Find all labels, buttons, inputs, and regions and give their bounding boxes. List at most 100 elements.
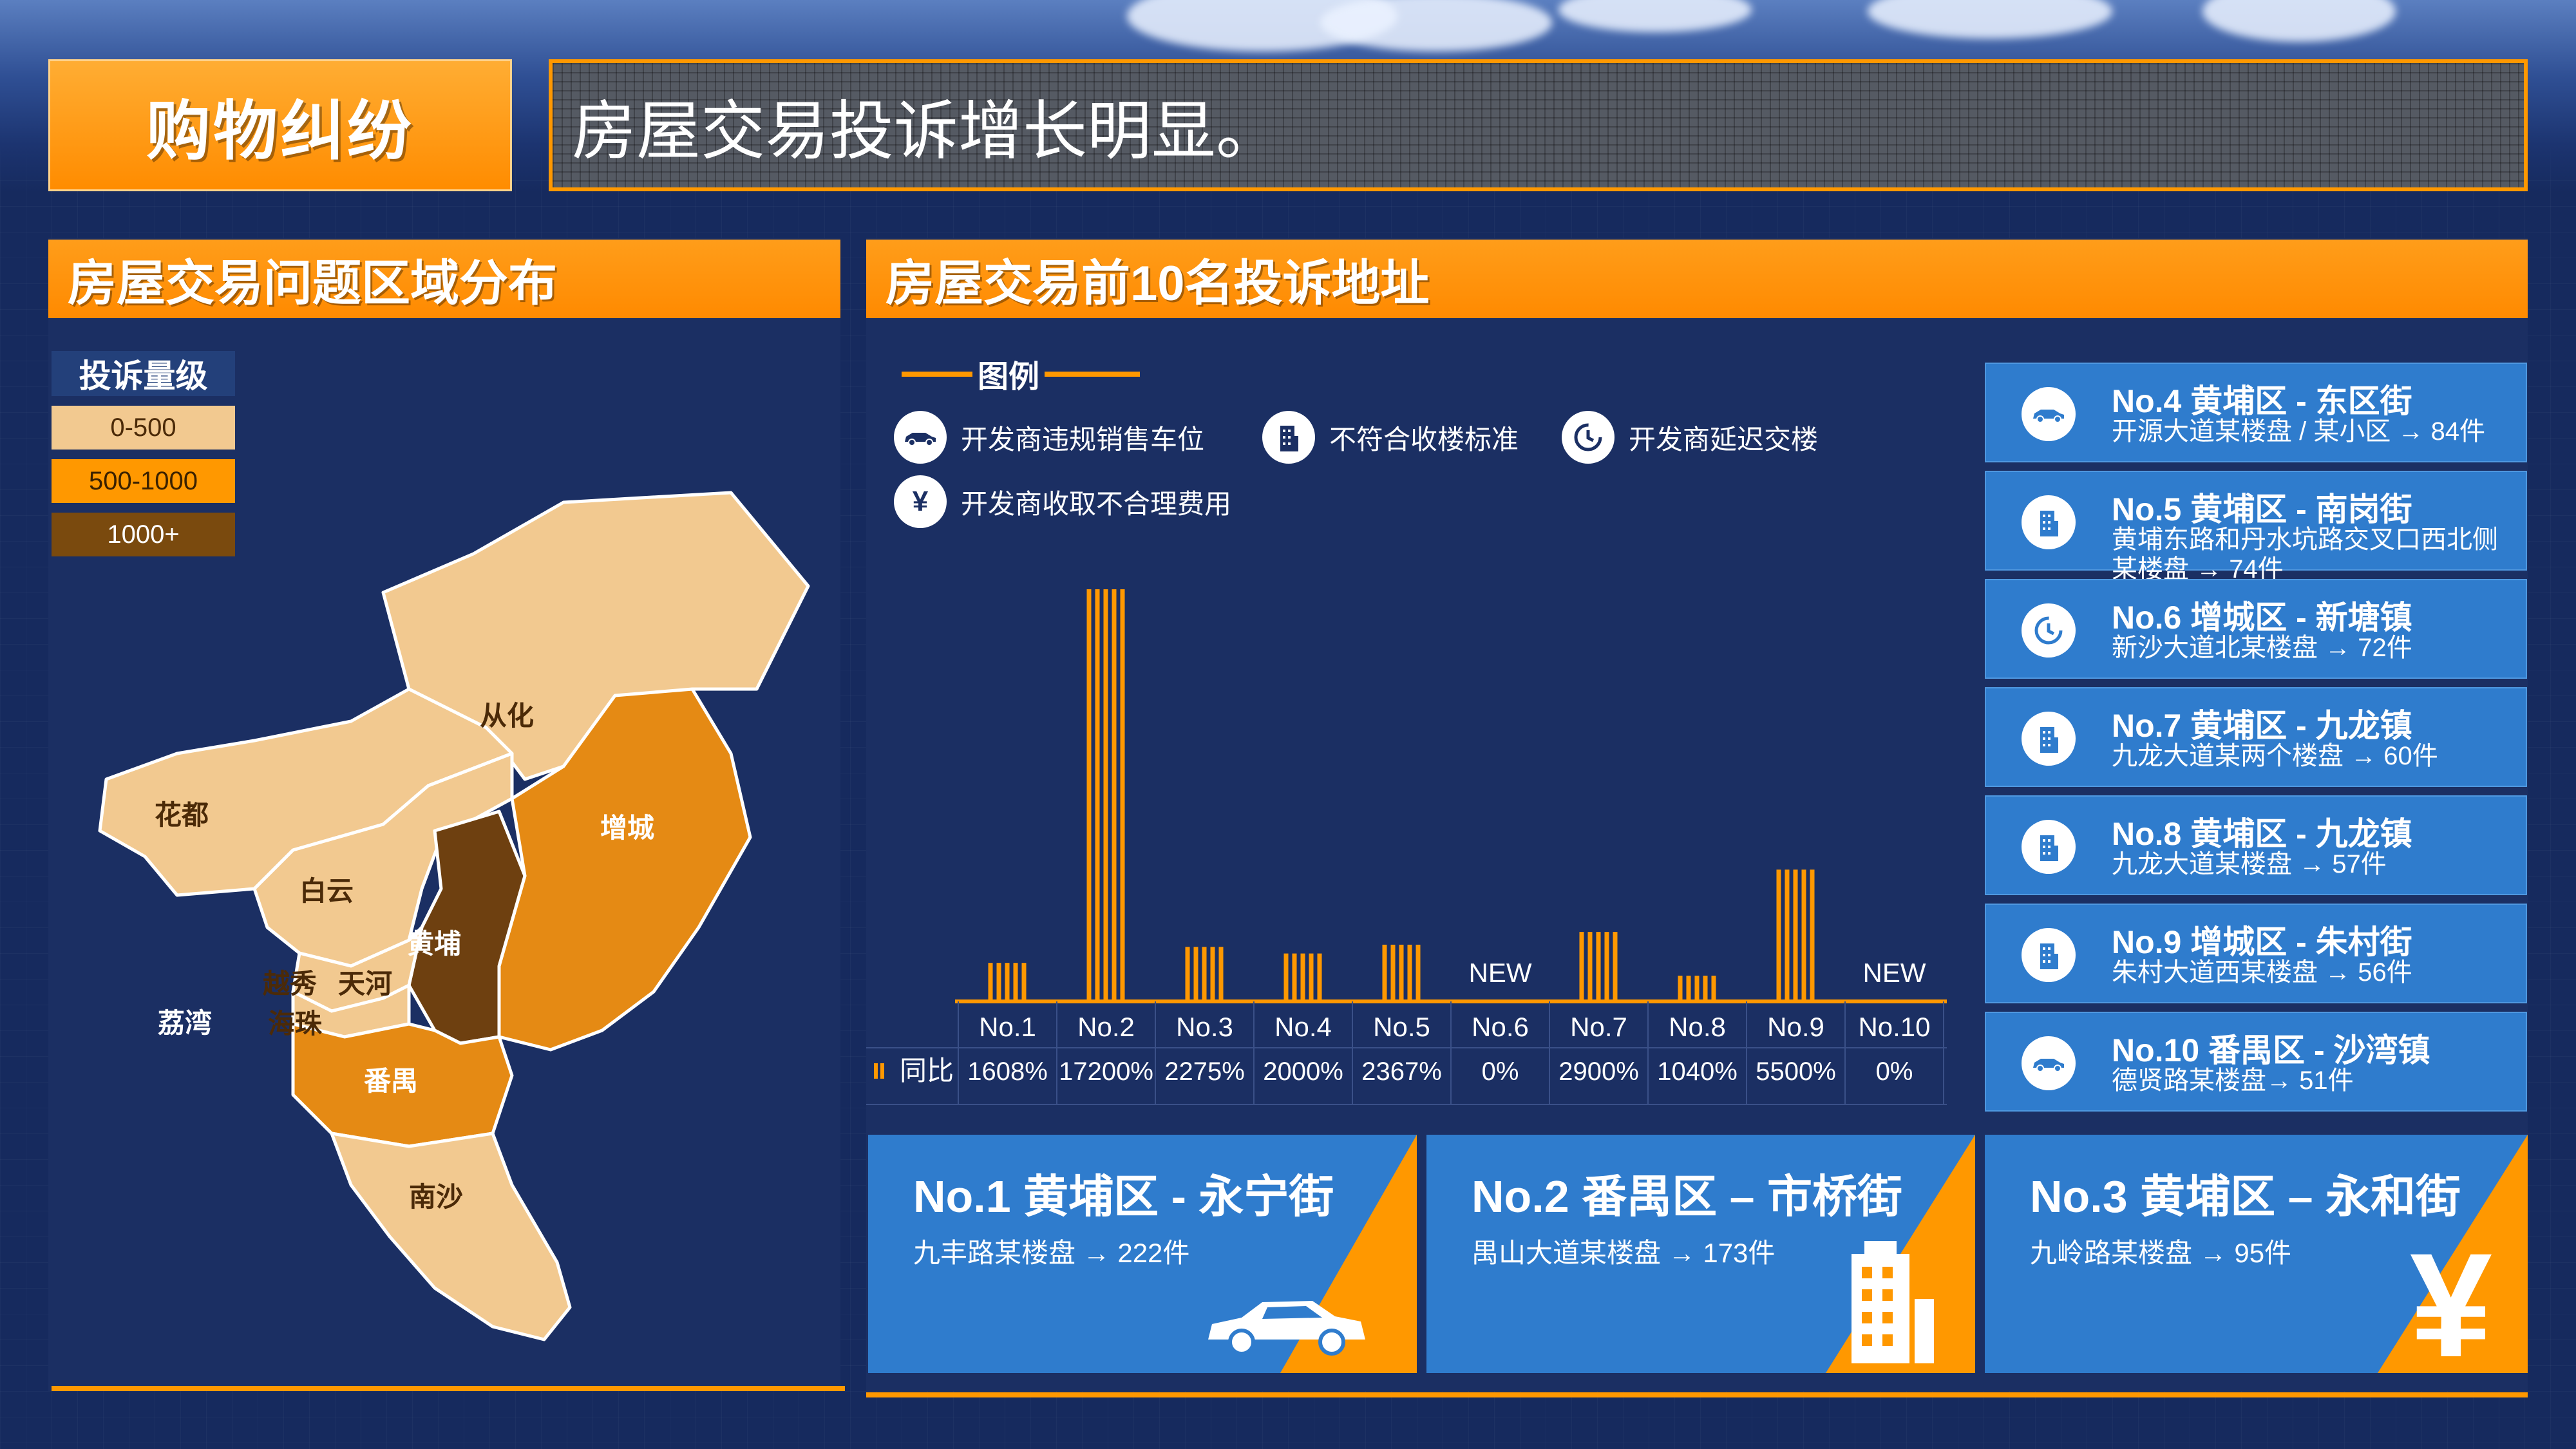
chart-legend-heading: 图例 xyxy=(902,351,1140,396)
x-tick-label: No.5 xyxy=(1373,1012,1430,1042)
bar-annotation: NEW xyxy=(1469,958,1532,988)
map-label-huadu: 花都 xyxy=(155,800,209,830)
map-label-nansha: 南沙 xyxy=(409,1182,464,1212)
map-region-nansha[interactable] xyxy=(330,1132,572,1341)
top10-panel-title: 房屋交易前10名投诉地址 xyxy=(886,256,1430,311)
x-tick-label: No.4 xyxy=(1274,1012,1332,1042)
rank-card[interactable]: No.10 番禺区 - 沙湾镇 德贤路某楼盘→ 51件 xyxy=(1985,1012,2527,1112)
category-tag: 购物纠纷 xyxy=(48,59,512,191)
map-label-huangpu: 黄埔 xyxy=(407,929,462,959)
top3-detail: 九岭路某楼盘 → 95件 xyxy=(2030,1238,2292,1268)
top3-card-3[interactable]: No.3 黄埔区 – 永和街 九岭路某楼盘 → 95件 ¥ xyxy=(1985,1135,2528,1373)
rank-title: No.7 黄埔区 - 九龙镇 xyxy=(2112,708,2412,744)
data-label: 2000% xyxy=(1263,1057,1343,1086)
rank-card[interactable]: No.8 黄埔区 - 九龙镇 九龙大道某楼盘 → 57件 xyxy=(1985,795,2527,895)
rank-title: No.5 黄埔区 - 南岗街 xyxy=(2112,491,2412,527)
district-panel-title: 房屋交易问题区域分布 xyxy=(68,256,557,311)
data-label: 2367% xyxy=(1361,1057,1442,1086)
rank-detail: 新沙大道北某楼盘 → 72件 xyxy=(2112,634,2412,662)
yen-icon: ¥ xyxy=(2410,1231,2492,1374)
car-icon xyxy=(2022,1036,2076,1090)
data-label: 1608% xyxy=(967,1057,1048,1086)
level-legend-title: 投诉量级 xyxy=(52,351,235,396)
rank-card[interactable]: No.5 黄埔区 - 南岗街 黄埔东路和丹水坑路交叉口西北侧某楼盘 → 74件 xyxy=(1985,471,2527,583)
bar xyxy=(1579,932,1618,1001)
data-label: 5500% xyxy=(1756,1057,1836,1086)
bar xyxy=(1185,947,1224,1001)
right-bottom-line xyxy=(866,1392,2528,1397)
rank-detail: 九龙大道某两个楼盘 → 60件 xyxy=(2112,742,2438,770)
top3-title: No.3 黄埔区 – 永和街 xyxy=(2030,1171,2461,1222)
building-icon xyxy=(2022,820,2076,874)
car-icon xyxy=(894,411,947,464)
bar xyxy=(1283,953,1322,1001)
rank-card[interactable]: No.6 增城区 - 新塘镇 新沙大道北某楼盘 → 72件 xyxy=(1985,579,2527,679)
level-label: 0-500 xyxy=(110,413,176,442)
data-label: 2900% xyxy=(1558,1057,1639,1086)
headline-text: 房屋交易投诉增长明显。 xyxy=(572,95,1280,167)
legend-item-delay: 开发商延迟交楼 xyxy=(1562,411,1818,464)
top3-title: No.2 番禺区 – 市桥街 xyxy=(1472,1171,1902,1222)
rank-title: No.4 黄埔区 - 东区街 xyxy=(2112,383,2412,419)
legend-label: 开发商违规销售车位 xyxy=(961,424,1205,455)
row-label: 同比 xyxy=(900,1056,954,1086)
district-panel-header: 房屋交易问题区域分布 xyxy=(48,240,840,318)
clock-icon xyxy=(2022,603,2076,658)
legend-label: 开发商收取不合理费用 xyxy=(961,488,1232,519)
rank-card[interactable]: No.9 增城区 - 朱村街 朱村大道西某楼盘 → 56件 xyxy=(1985,904,2527,1003)
x-tick-label: No.8 xyxy=(1669,1012,1726,1042)
data-label: 0% xyxy=(1482,1057,1519,1086)
x-tick-label: No.3 xyxy=(1176,1012,1233,1042)
yen-glyph: ¥ xyxy=(912,486,929,517)
top3-card-1[interactable]: No.1 黄埔区 - 永宁街 九丰路某楼盘 → 222件 xyxy=(868,1135,1417,1373)
data-label: 17200% xyxy=(1059,1057,1153,1086)
top3-title: No.1 黄埔区 - 永宁街 xyxy=(913,1171,1334,1222)
car-icon xyxy=(1208,1301,1365,1356)
rank-card[interactable]: No.4 黄埔区 - 东区街 开源大道某楼盘 / 某小区 → 84件 xyxy=(1985,363,2527,462)
bar-annotation: NEW xyxy=(1863,958,1926,988)
map-label-conghua: 从化 xyxy=(480,701,535,731)
level-legend-item: 0-500 xyxy=(52,406,235,450)
building-icon xyxy=(2022,495,2076,549)
legend-item-parking: 开发商违规销售车位 xyxy=(894,411,1204,464)
rank-detail: 开源大道某楼盘 / 某小区 → 84件 xyxy=(2112,417,2486,446)
top3-card-2[interactable]: No.2 番禺区 – 市桥街 禺山大道某楼盘 → 173件 xyxy=(1426,1135,1975,1373)
complaint-bar-chart: 同比 No.1 1608% No.2 17200% No.3 2275% No.4 2000% N… xyxy=(866,589,1947,1105)
x-tick-label: No.1 xyxy=(979,1012,1036,1042)
building-icon xyxy=(2022,928,2076,982)
data-label: 0% xyxy=(1876,1057,1913,1086)
rank-title: No.10 番禺区 - 沙湾镇 xyxy=(2112,1032,2430,1068)
legend-title: 图例 xyxy=(978,360,1040,394)
data-label: 2275% xyxy=(1164,1057,1245,1086)
clock-icon xyxy=(1562,411,1615,464)
car-icon xyxy=(2022,387,2076,441)
bar xyxy=(1382,944,1421,1001)
data-label: 1040% xyxy=(1657,1057,1738,1086)
rank-detail: 九龙大道某楼盘 → 57件 xyxy=(2112,850,2387,878)
x-tick-label: No.6 xyxy=(1472,1012,1529,1042)
map-label-zengcheng: 增城 xyxy=(600,813,655,843)
rank-card[interactable]: No.7 黄埔区 - 九龙镇 九龙大道某两个楼盘 → 60件 xyxy=(1985,687,2527,787)
rank-title: No.6 增城区 - 新塘镇 xyxy=(2112,600,2412,636)
bar xyxy=(988,963,1027,1001)
x-tick-label: No.9 xyxy=(1767,1012,1824,1042)
building-icon xyxy=(1262,411,1315,464)
building-icon xyxy=(2022,712,2076,766)
map-label-baiyun: 白云 xyxy=(299,876,354,906)
rank-detail: 黄埔东路和丹水坑路交叉口西北侧某楼盘 → 74件 xyxy=(2112,526,2498,583)
legend-label: 开发商延迟交楼 xyxy=(1629,424,1819,455)
map-label-tianhe: 天河 xyxy=(338,969,393,999)
bar xyxy=(1086,589,1125,1001)
rank-title: No.9 增城区 - 朱村街 xyxy=(2112,924,2412,960)
rank-detail: 德贤路某楼盘→ 51件 xyxy=(2112,1066,2354,1095)
left-bottom-line xyxy=(52,1386,845,1391)
legend-label: 不符合收楼标准 xyxy=(1329,424,1519,455)
map-label-yuexiu: 越秀 xyxy=(263,969,317,999)
x-tick-label: No.7 xyxy=(1570,1012,1627,1042)
top10-panel-header: 房屋交易前10名投诉地址 xyxy=(866,240,2528,318)
category-tag-label: 购物纠纷 xyxy=(146,95,414,167)
top3-detail: 禺山大道某楼盘 → 173件 xyxy=(1472,1238,1776,1268)
bar xyxy=(1678,976,1716,1001)
x-tick-label: No.10 xyxy=(1858,1012,1930,1042)
map-label-panyu: 番禺 xyxy=(364,1066,419,1096)
